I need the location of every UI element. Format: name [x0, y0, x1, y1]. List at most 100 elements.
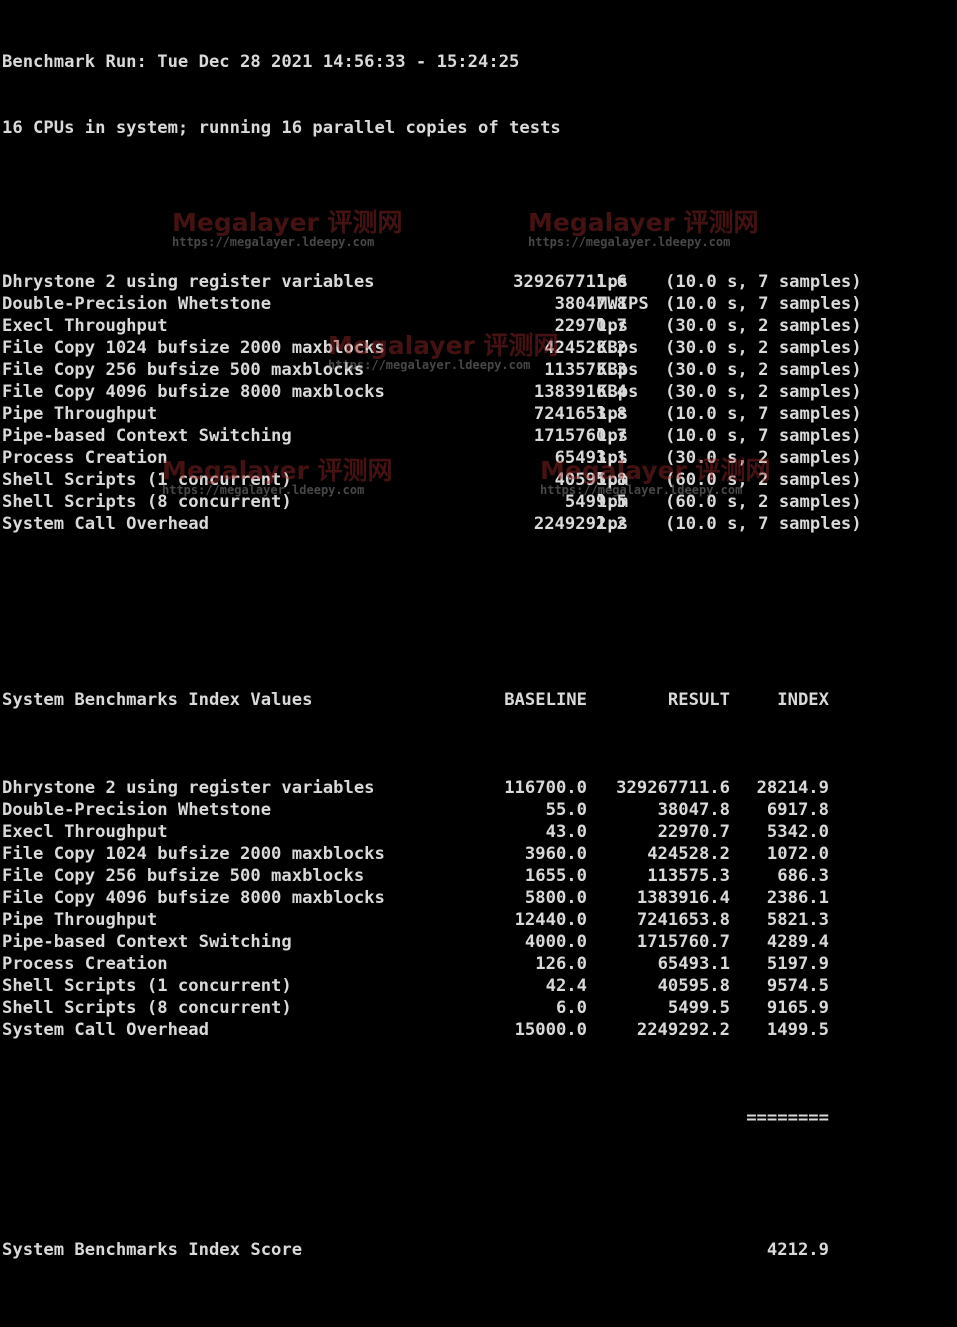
index-row-baseline: 4000.0	[524, 932, 587, 952]
index-row-index: 6917.8	[766, 800, 829, 820]
result-timing: (10.0 s, 7 samples)	[665, 404, 862, 424]
index-row-baseline: 1655.0	[524, 866, 587, 886]
index-row-result: 38047.8	[657, 800, 730, 820]
index-row-index: 9165.9	[766, 998, 829, 1018]
index-score-value: 4212.9	[766, 1240, 829, 1260]
index-row: Dhrystone 2 using register variables 1167…	[2, 777, 952, 799]
index-row-result: 2249292.2	[636, 1020, 730, 1040]
result-row: Shell Scripts (1 concurrent) 40595.8 lpm (6…	[2, 469, 952, 491]
separator-row: ========	[2, 1107, 952, 1129]
index-score-label: System Benchmarks Index Score	[2, 1240, 303, 1260]
index-row-name: Shell Scripts (8 concurrent)	[2, 998, 292, 1018]
result-timing: (60.0 s, 2 samples)	[665, 492, 862, 512]
index-row-baseline: 5800.0	[524, 888, 587, 908]
result-row: System Call Overhead 2249292.2 lps (10.0 s,…	[2, 513, 952, 535]
result-name: File Copy 256 bufsize 500 maxblocks	[2, 360, 365, 380]
result-name: Double-Precision Whetstone	[2, 294, 272, 314]
result-row: Process Creation 65493.1 lps (30.0 s, 2 sam…	[2, 447, 952, 469]
index-row-index: 4289.4	[766, 932, 829, 952]
result-row: Pipe Throughput 7241653.8 lps (10.0 s, 7 sa…	[2, 403, 952, 425]
index-row: Shell Scripts (8 concurrent) 6.0 5499.5 916…	[2, 997, 952, 1019]
index-row-baseline: 116700.0	[504, 778, 587, 798]
result-row: Execl Throughput 22970.7 lps (30.0 s, 2 sam…	[2, 315, 952, 337]
result-timing: (30.0 s, 2 samples)	[665, 360, 862, 380]
result-unit: MWIPS	[597, 294, 649, 314]
result-unit: KBps	[597, 338, 639, 358]
result-timing: (10.0 s, 7 samples)	[665, 514, 862, 534]
result-timing: (30.0 s, 2 samples)	[665, 448, 862, 468]
index-row-result: 113575.3	[647, 866, 730, 886]
index-row-result: 65493.1	[657, 954, 730, 974]
index-values-list: Dhrystone 2 using register variables 1167…	[2, 777, 952, 1041]
index-row-name: File Copy 1024 bufsize 2000 maxblocks	[2, 844, 385, 864]
result-unit: lps	[597, 272, 629, 292]
result-name: Execl Throughput	[2, 316, 168, 336]
baseline-column-header: BASELINE	[504, 690, 587, 710]
index-score-row: System Benchmarks Index Score 4212.9	[2, 1239, 952, 1261]
index-row-index: 2386.1	[766, 888, 829, 908]
result-timing: (60.0 s, 2 samples)	[665, 470, 862, 490]
result-row: File Copy 1024 bufsize 2000 maxblocks 424…	[2, 337, 952, 359]
index-row-baseline: 126.0	[535, 954, 587, 974]
index-row: Pipe-based Context Switching 4000.0 171576…	[2, 931, 952, 953]
index-row-name: Shell Scripts (1 concurrent)	[2, 976, 292, 996]
index-row-index: 5197.9	[766, 954, 829, 974]
index-row-result: 7241653.8	[636, 910, 730, 930]
index-row-name: Pipe-based Context Switching	[2, 932, 292, 952]
result-name: Shell Scripts (8 concurrent)	[2, 492, 292, 512]
result-timing: (10.0 s, 7 samples)	[665, 272, 862, 292]
index-row-baseline: 43.0	[545, 822, 587, 842]
index-title: System Benchmarks Index Values	[2, 690, 313, 710]
result-name: System Call Overhead	[2, 514, 209, 534]
index-row: Pipe Throughput 12440.0 7241653.8 5821.3	[2, 909, 952, 931]
index-row-name: Pipe Throughput	[2, 910, 158, 930]
index-row-name: Execl Throughput	[2, 822, 168, 842]
index-row-result: 22970.7	[657, 822, 730, 842]
index-row-name: File Copy 256 bufsize 500 maxblocks	[2, 866, 365, 886]
index-row-result: 40595.8	[657, 976, 730, 996]
index-row-index: 9574.5	[766, 976, 829, 996]
index-row: Process Creation 126.0 65493.1 5197.9	[2, 953, 952, 975]
index-row-result: 1383916.4	[636, 888, 730, 908]
index-row-name: System Call Overhead	[2, 1020, 209, 1040]
index-row: Shell Scripts (1 concurrent) 42.4 40595.8 9…	[2, 975, 952, 997]
result-name: File Copy 1024 bufsize 2000 maxblocks	[2, 338, 385, 358]
index-row: System Call Overhead 15000.0 2249292.2 1499…	[2, 1019, 952, 1041]
index-row-baseline: 55.0	[545, 800, 587, 820]
result-timing: (30.0 s, 2 samples)	[665, 338, 862, 358]
result-column-header: RESULT	[667, 690, 730, 710]
index-row-result: 1715760.7	[636, 932, 730, 952]
result-unit: lpm	[597, 470, 629, 490]
index-row-result: 329267711.6	[616, 778, 730, 798]
result-row: File Copy 4096 bufsize 8000 maxblocks 138…	[2, 381, 952, 403]
index-row: File Copy 256 bufsize 500 maxblocks 1655.…	[2, 865, 952, 887]
result-unit: KBps	[597, 360, 639, 380]
results-list: Dhrystone 2 using register variables 3292…	[2, 271, 952, 535]
result-name: Pipe Throughput	[2, 404, 158, 424]
index-row-name: File Copy 4096 bufsize 8000 maxblocks	[2, 888, 385, 908]
result-unit: KBps	[597, 382, 639, 402]
result-row: Dhrystone 2 using register variables 3292…	[2, 271, 952, 293]
result-row: Double-Precision Whetstone 38047.8 MWIPS (1…	[2, 293, 952, 315]
index-row-name: Dhrystone 2 using register variables	[2, 778, 375, 798]
result-name: Dhrystone 2 using register variables	[2, 272, 375, 292]
cpu-info-line: 16 CPUs in system; running 16 parallel c…	[2, 118, 561, 138]
result-unit: lps	[597, 426, 629, 446]
index-row-index: 686.3	[777, 866, 829, 886]
result-timing: (30.0 s, 2 samples)	[665, 316, 862, 336]
result-unit: lps	[597, 448, 629, 468]
result-timing: (10.0 s, 7 samples)	[665, 294, 862, 314]
index-column-header: INDEX	[777, 690, 829, 710]
terminal-output: Benchmark Run: Tue Dec 28 2021 14:56:33 …	[2, 7, 952, 1283]
result-name: File Copy 4096 bufsize 8000 maxblocks	[2, 382, 385, 402]
index-row: Execl Throughput 43.0 22970.7 5342.0	[2, 821, 952, 843]
index-row-name: Process Creation	[2, 954, 168, 974]
index-row-name: Double-Precision Whetstone	[2, 800, 272, 820]
result-name: Shell Scripts (1 concurrent)	[2, 470, 292, 490]
index-row-index: 1072.0	[766, 844, 829, 864]
index-row-baseline: 15000.0	[514, 1020, 587, 1040]
result-name: Pipe-based Context Switching	[2, 426, 292, 446]
index-row-index: 1499.5	[766, 1020, 829, 1040]
